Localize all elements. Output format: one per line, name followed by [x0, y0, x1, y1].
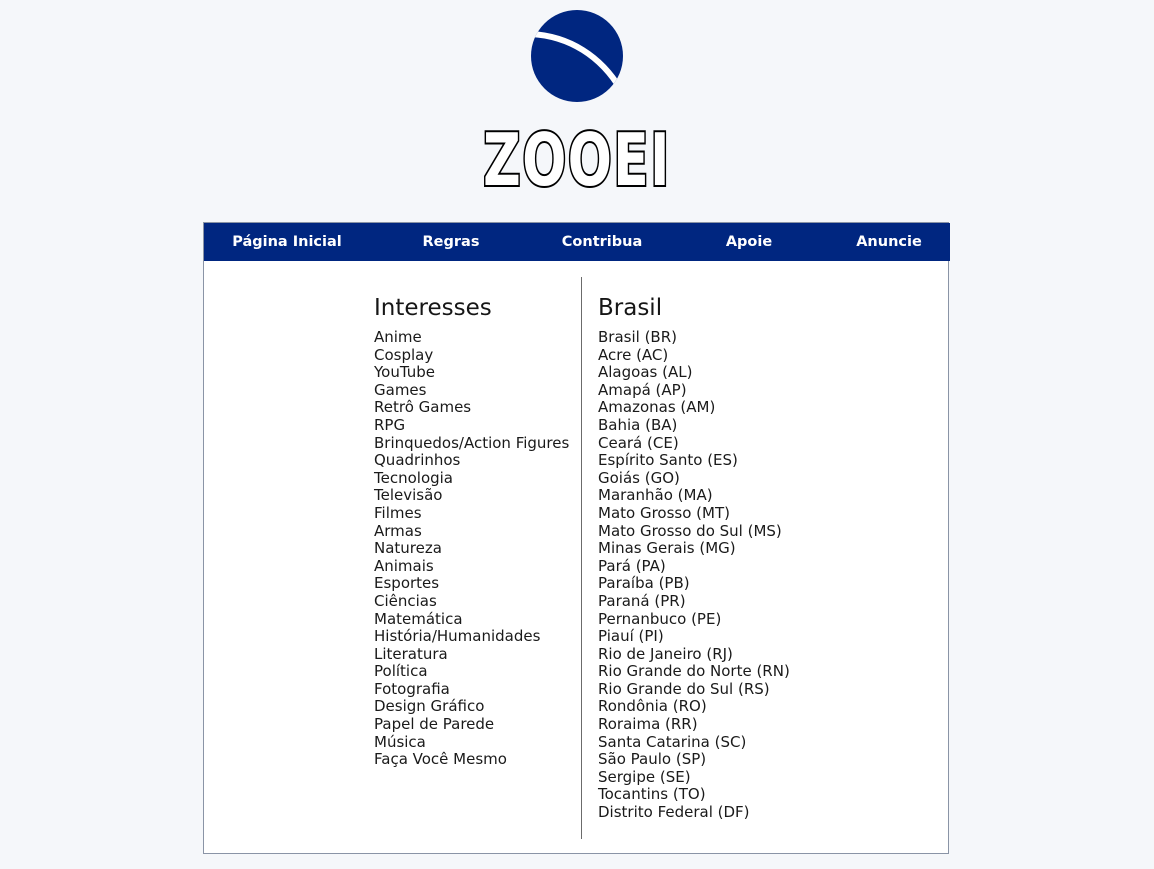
estado-link-se[interactable]: Sergipe (SE)	[598, 768, 790, 787]
site-logo[interactable]	[529, 8, 625, 104]
estado-link-mg[interactable]: Minas Gerais (MG)	[598, 540, 790, 558]
interesse-link-papel-de-parede[interactable]: Papel de Parede	[374, 715, 569, 734]
interesse-link-quadrinhos[interactable]: Quadrinhos	[374, 452, 569, 470]
estado-link-to[interactable]: Tocantins (TO)	[598, 786, 790, 804]
interesse-link-televisao[interactable]: Televisão	[374, 487, 569, 505]
interesses-column: Interesses Anime Cosplay YouTube Games R…	[374, 293, 569, 769]
interesse-link-literatura[interactable]: Literatura	[374, 645, 569, 664]
estado-link-pa[interactable]: Pará (PA)	[598, 557, 790, 576]
estado-link-am[interactable]: Amazonas (AM)	[598, 399, 790, 417]
brasil-heading: Brasil	[598, 295, 663, 321]
brasil-list: Brasil (BR) Acre (AC) Alagoas (AL) Amapá…	[598, 328, 790, 822]
top-navbar: Página Inicial Regras Contribua Apoie An…	[204, 223, 950, 261]
interesse-link-musica[interactable]: Música	[374, 733, 569, 752]
estado-link-pr[interactable]: Paraná (PR)	[598, 592, 790, 611]
interesse-link-natureza[interactable]: Natureza	[374, 540, 569, 558]
interesse-link-anime[interactable]: Anime	[374, 328, 569, 347]
interesse-link-faca-voce-mesmo[interactable]: Faça Você Mesmo	[374, 751, 569, 769]
estado-link-ba[interactable]: Bahia (BA)	[598, 416, 790, 435]
column-divider	[581, 277, 582, 839]
estado-link-rs[interactable]: Rio Grande do Sul (RS)	[598, 680, 790, 699]
interesse-link-fotografia[interactable]: Fotografia	[374, 680, 569, 699]
interesse-link-retro-games[interactable]: Retrô Games	[374, 399, 569, 417]
nav-link-regras[interactable]: Regras	[410, 223, 492, 261]
estado-link-rr[interactable]: Roraima (RR)	[598, 715, 790, 734]
estado-link-go[interactable]: Goiás (GO)	[598, 469, 790, 488]
site-wordmark[interactable]: ZOOEI	[162, 112, 993, 208]
estado-link-sc[interactable]: Santa Catarina (SC)	[598, 733, 790, 752]
estado-link-pi[interactable]: Piauí (PI)	[598, 627, 790, 646]
nav-link-apoie[interactable]: Apoie	[714, 223, 784, 261]
main-panel: Página Inicial Regras Contribua Apoie An…	[203, 222, 950, 854]
interesse-link-games[interactable]: Games	[374, 381, 569, 400]
estado-link-al[interactable]: Alagoas (AL)	[598, 364, 790, 382]
interesses-list: Anime Cosplay YouTube Games Retrô Games …	[374, 328, 569, 769]
interesse-link-historia[interactable]: História/Humanidades	[374, 627, 569, 646]
interesse-link-tecnologia[interactable]: Tecnologia	[374, 469, 569, 488]
estado-link-ac[interactable]: Acre (AC)	[598, 346, 790, 365]
estado-link-ma[interactable]: Maranhão (MA)	[598, 487, 790, 505]
interesse-link-brinquedos[interactable]: Brinquedos/Action Figures	[374, 434, 569, 453]
logo-icon	[531, 10, 623, 102]
nav-link-anuncie[interactable]: Anuncie	[848, 223, 930, 261]
interesse-link-design-grafico[interactable]: Design Gráfico	[374, 698, 569, 716]
estado-link-ap[interactable]: Amapá (AP)	[598, 381, 790, 400]
estado-link-es[interactable]: Espírito Santo (ES)	[598, 452, 790, 470]
estado-link-sp[interactable]: São Paulo (SP)	[598, 751, 790, 769]
estado-link-ce[interactable]: Ceará (CE)	[598, 434, 790, 453]
interesse-link-youtube[interactable]: YouTube	[374, 364, 569, 382]
nav-link-contribua[interactable]: Contribua	[556, 223, 648, 261]
estado-link-pb[interactable]: Paraíba (PB)	[598, 575, 790, 593]
estado-link-rj[interactable]: Rio de Janeiro (RJ)	[598, 645, 790, 664]
interesses-heading: Interesses	[374, 295, 492, 321]
estado-link-ro[interactable]: Rondônia (RO)	[598, 698, 790, 716]
estado-link-rn[interactable]: Rio Grande do Norte (RN)	[598, 663, 790, 681]
estado-link-br[interactable]: Brasil (BR)	[598, 328, 790, 347]
interesse-link-cosplay[interactable]: Cosplay	[374, 346, 569, 365]
interesse-link-esportes[interactable]: Esportes	[374, 575, 569, 593]
nav-link-pagina-inicial[interactable]: Página Inicial	[220, 223, 354, 261]
estado-link-pe[interactable]: Pernanbuco (PE)	[598, 610, 790, 629]
estado-link-ms[interactable]: Mato Grosso do Sul (MS)	[598, 522, 790, 541]
interesse-link-rpg[interactable]: RPG	[374, 416, 569, 435]
interesse-link-armas[interactable]: Armas	[374, 522, 569, 541]
interesse-link-politica[interactable]: Política	[374, 663, 569, 681]
brasil-column: Brasil Brasil (BR) Acre (AC) Alagoas (AL…	[598, 293, 790, 822]
interesse-link-ciencias[interactable]: Ciências	[374, 592, 569, 611]
interesse-link-matematica[interactable]: Matemática	[374, 610, 569, 629]
estado-link-df[interactable]: Distrito Federal (DF)	[598, 803, 790, 822]
interesse-link-animais[interactable]: Animais	[374, 557, 569, 576]
estado-link-mt[interactable]: Mato Grosso (MT)	[598, 504, 790, 523]
interesse-link-filmes[interactable]: Filmes	[374, 504, 569, 523]
